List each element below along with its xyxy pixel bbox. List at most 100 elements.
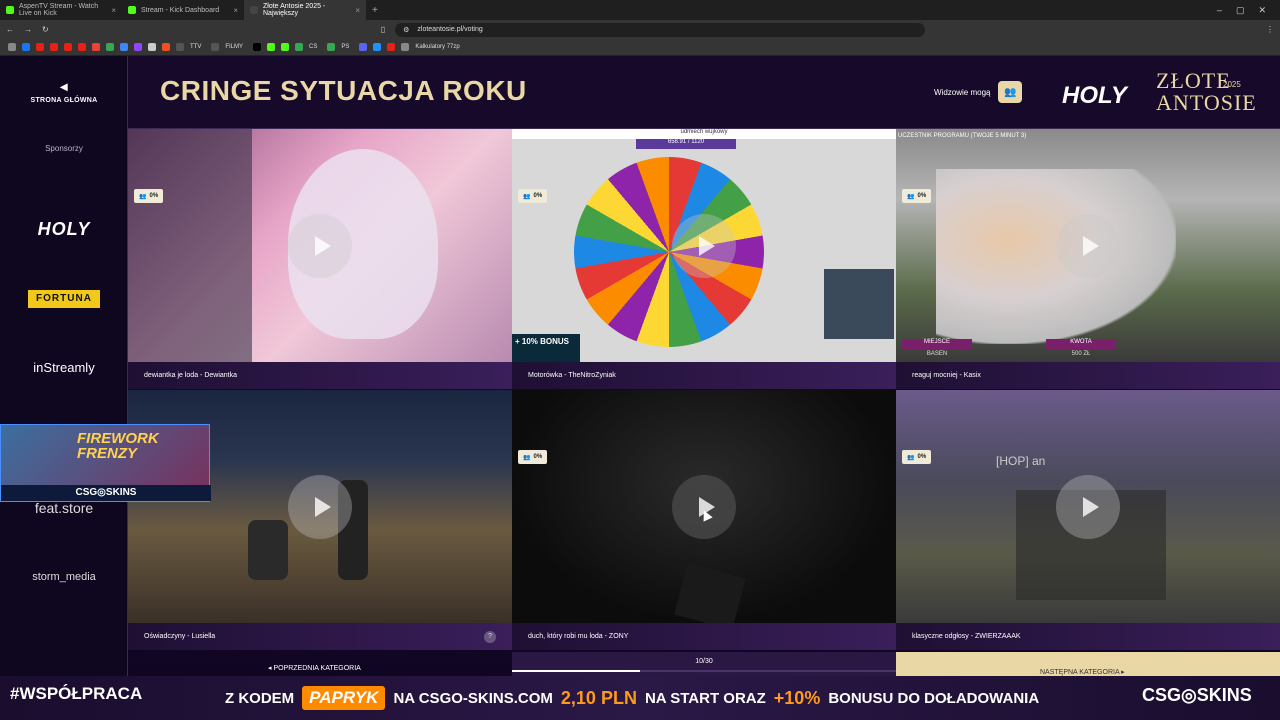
window-controls: – ▢ ✕ [1217, 5, 1280, 16]
play-button[interactable] [1056, 214, 1120, 278]
sheets-icon[interactable] [327, 43, 336, 51]
close-icon[interactable]: × [233, 6, 238, 15]
play-button[interactable] [672, 214, 736, 278]
video-caption: klasyczne odgłosy - ZWIERZAAAK [896, 623, 1280, 650]
sheets-icon[interactable] [295, 43, 304, 51]
address-toolbar: ← → ↻ ▯ ⚙ zloteantosie.pl/voting ⋮ [0, 20, 1280, 39]
webcam-overlay [824, 269, 894, 339]
site-info-icon[interactable]: ⚙ [403, 26, 409, 34]
wheel-amount: 658.91 / 1120 [636, 139, 736, 149]
bookmark-ps[interactable]: PS [341, 44, 349, 50]
site-icon[interactable] [148, 43, 156, 51]
youtube-icon[interactable] [387, 43, 396, 51]
sponsors-label: Sponsorzy [45, 144, 83, 153]
apps-icon[interactable] [8, 43, 16, 51]
facebook-icon[interactable] [22, 43, 30, 51]
close-icon[interactable]: × [111, 6, 116, 15]
miejsce-label: MIEJSCE [902, 339, 972, 349]
help-icon[interactable]: ? [484, 630, 496, 643]
home-label: STRONA GŁÓWNA [30, 97, 98, 104]
video-card[interactable]: UCZESTNIK PROGRAMU (TWOJE 5 MINUT 3) MIE… [896, 129, 1280, 389]
sheets-icon[interactable] [106, 43, 114, 51]
youtube-icon[interactable] [64, 43, 72, 51]
video-thumbnail[interactable]: udmiech wujkowy 658.91 / 1120 + 10% BONU… [512, 129, 896, 362]
kick-icon[interactable] [281, 43, 290, 51]
wheel-title: udmiech wujkowy [512, 129, 896, 139]
prize-wheel [574, 157, 764, 347]
close-icon[interactable]: × [355, 6, 360, 15]
bookmarks-bar: TTV FILMY CS PS Kalkulatory 77zp [0, 39, 1280, 56]
reload-icon[interactable]: ↻ [42, 25, 49, 34]
bookmark-ttv[interactable]: TTV [190, 44, 201, 50]
site-icon[interactable] [162, 43, 170, 51]
video-caption: dewiantka je loda - Dewiantka [128, 362, 512, 389]
bookmark-filmy[interactable]: FILMY [225, 44, 243, 50]
sponsor-holy-logo[interactable]: HOLY [0, 219, 128, 240]
discord-icon[interactable] [359, 43, 368, 51]
video-thumbnail[interactable]: 👥 0% [512, 390, 896, 623]
youtube-icon[interactable] [50, 43, 58, 51]
site-icon[interactable] [401, 43, 410, 51]
kick-icon[interactable] [267, 43, 276, 51]
promo-brand: CSG◎SKINS [1, 485, 211, 501]
prev-label: POPRZEDNIA KATEGORIA [273, 665, 361, 672]
kick-icon [128, 6, 136, 14]
folder-icon[interactable] [176, 43, 184, 51]
minimize-icon[interactable]: – [1217, 5, 1222, 16]
vote-percent: 0% [533, 193, 543, 199]
site-icon[interactable] [373, 43, 382, 51]
play-button[interactable] [288, 475, 352, 539]
browser-tab-active[interactable]: Złote Antosie 2025 - Największy × [244, 0, 366, 20]
browser-tab[interactable]: AspenTV Stream - Watch Live on Kick × [0, 0, 122, 20]
sponsor-stormmedia-logo[interactable]: storm_media [0, 571, 128, 583]
video-thumbnail[interactable]: UCZESTNIK PROGRAMU (TWOJE 5 MINUT 3) MIE… [896, 129, 1280, 362]
bookmark-cs[interactable]: CS [309, 44, 317, 50]
caption-text: Oświadczyny - Lusiella [144, 633, 216, 640]
browser-tab[interactable]: Stream - Kick Dashboard × [122, 0, 244, 20]
tab-title: Stream - Kick Dashboard [141, 6, 220, 14]
video-thumbnail[interactable]: [HOP] an 👥 0% [896, 390, 1280, 623]
video-thumbnail[interactable]: 👥 0% [128, 129, 512, 362]
sponsor-fortuna-logo[interactable]: FORTUNA [28, 290, 100, 308]
viewers-label: Widzowie mogą [934, 87, 991, 97]
sponsor-featstore-logo[interactable]: feat.store [0, 500, 128, 516]
tiktok-icon[interactable] [253, 43, 262, 51]
bookmark-icon[interactable]: ▯ [381, 25, 385, 34]
close-window-icon[interactable]: ✕ [1258, 5, 1266, 16]
users-icon: 👥 [523, 454, 531, 461]
previous-category-button[interactable]: ◂ POPRZEDNIA KATEGORIA [268, 664, 361, 672]
gmail-icon[interactable] [92, 43, 100, 51]
video-card[interactable]: 👥 0% duch, który robi mu loda - ZONY [512, 390, 896, 650]
drive-icon[interactable] [120, 43, 128, 51]
new-tab-button[interactable]: + [366, 5, 384, 16]
csgoskins-logo: CSG◎SKINS [1142, 685, 1252, 705]
play-button[interactable] [672, 475, 736, 539]
sponsor-banner: #WSPÓŁPRACA Z KODEM PAPRYK NA CSGO-SKINS… [0, 676, 1280, 720]
person-figure [248, 520, 288, 580]
voting-page: ◂ STRONA GŁÓWNA Sponsorzy HOLY FORTUNA i… [0, 56, 1280, 720]
bookmark-kalkulatory[interactable]: Kalkulatory 77zp [415, 44, 459, 50]
youtube-icon[interactable] [78, 43, 86, 51]
folder-icon[interactable] [211, 43, 220, 51]
play-button[interactable] [1056, 475, 1120, 539]
brand-year: 2025 [1223, 80, 1241, 89]
event-logo: HOLY ZŁOTE ANTOSIE 2025 [1060, 70, 1260, 118]
address-bar[interactable]: ⚙ zloteantosie.pl/voting [395, 22, 926, 37]
maximize-icon[interactable]: ▢ [1236, 5, 1245, 16]
sponsor-instreamly-logo[interactable]: inStreamly [0, 360, 128, 375]
caption-text: Motorówka - TheNitroZyniak [528, 372, 616, 379]
back-icon[interactable]: ← [6, 25, 14, 34]
extensions-icon[interactable]: ⋮ [1266, 25, 1274, 34]
forward-icon[interactable]: → [24, 25, 32, 34]
home-link[interactable]: ◂ STRONA GŁÓWNA [0, 78, 128, 104]
vote-percent: 0% [533, 454, 543, 460]
video-card[interactable]: 👥 0% dewiantka je loda - Dewiantka [128, 129, 512, 389]
vote-percent: 0% [917, 454, 927, 460]
video-caption: Motorówka - TheNitroZyniak [512, 362, 896, 389]
users-icon[interactable]: 👥 [998, 81, 1023, 103]
play-button[interactable] [288, 214, 352, 278]
youtube-icon[interactable] [36, 43, 44, 51]
twitch-icon[interactable] [134, 43, 142, 51]
video-card[interactable]: udmiech wujkowy 658.91 / 1120 + 10% BONU… [512, 129, 896, 389]
video-card[interactable]: [HOP] an 👥 0% klasyczne odgłosy - ZWIERZA… [896, 390, 1280, 650]
